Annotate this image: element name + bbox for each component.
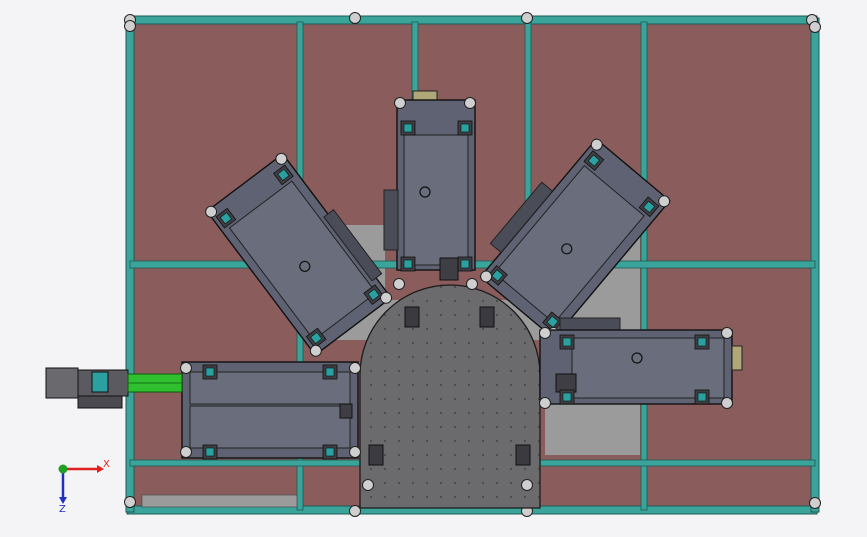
central-base-plate (359, 284, 541, 509)
triad-z-label: Z (59, 504, 66, 515)
station-top[interactable] (383, 90, 478, 290)
station-left[interactable] (180, 361, 361, 460)
bottom-plate (141, 494, 298, 508)
assembly-top-view[interactable]: X Z (0, 0, 867, 533)
triad-y-axis (58, 464, 68, 474)
coordinate-triad: X Z (58, 459, 110, 515)
triad-z-arrowhead (59, 497, 67, 504)
triad-x-label: X (103, 459, 110, 470)
station-right[interactable] (539, 317, 743, 409)
cad-viewport[interactable]: X Z (0, 0, 867, 533)
